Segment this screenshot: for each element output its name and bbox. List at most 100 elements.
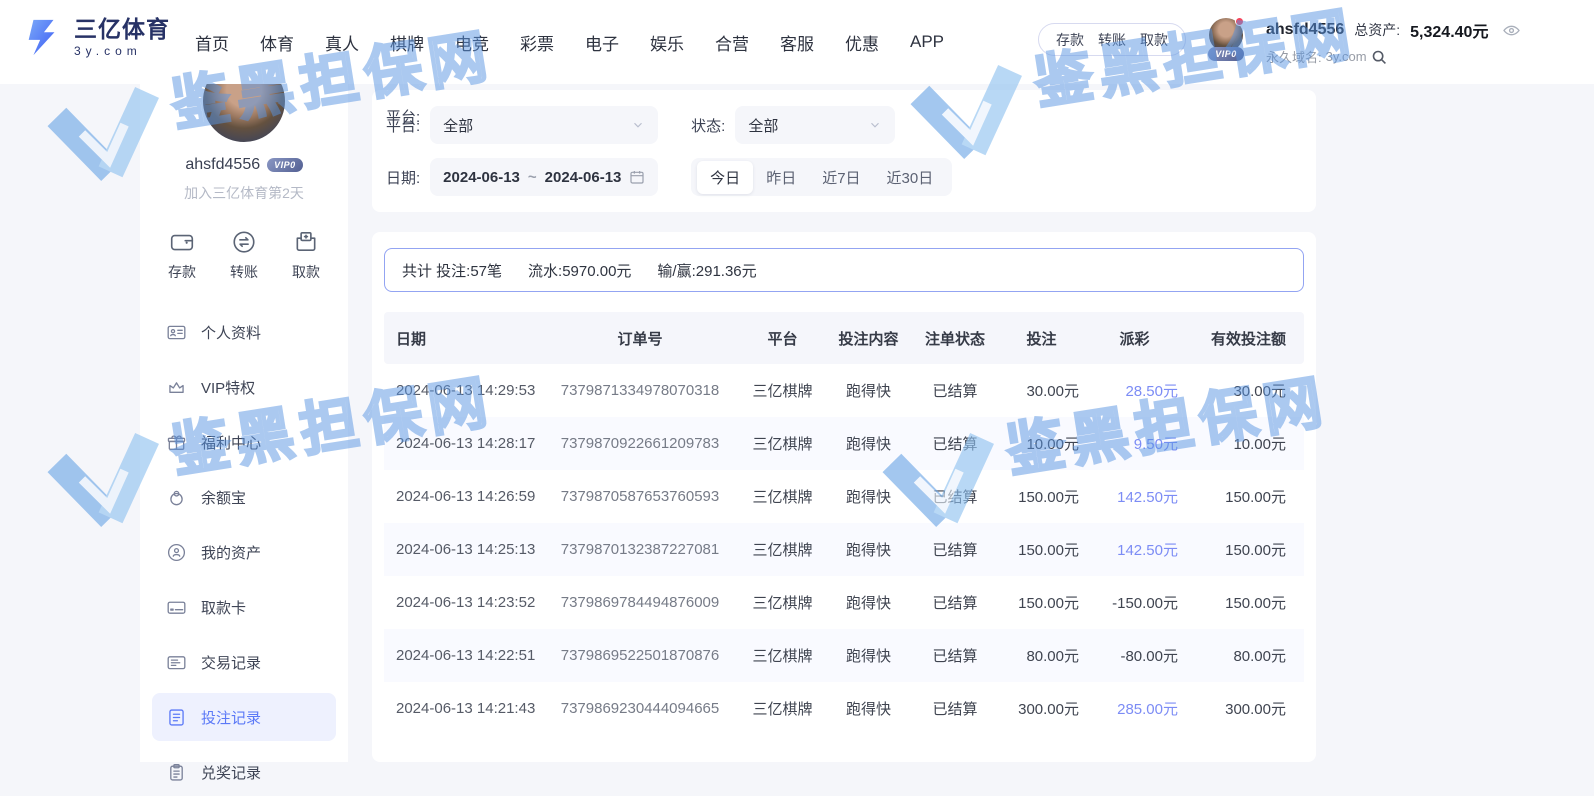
quick-range-yesterday[interactable]: 昨日 [753,161,809,194]
transactions-icon [166,652,187,673]
quick-action-deposit[interactable]: 存款 [168,229,196,282]
bet-content: 跑得快 [825,645,912,666]
platform: 三亿棋牌 [740,486,825,507]
sidebar-item-yuebao[interactable]: 余额宝 [152,473,336,521]
table-row: 2024-06-13 14:23:527379869784494876009三亿… [384,576,1304,629]
quick-pill: 存款转账取款 [1038,23,1186,56]
sidebar-menu: 个人资料 VIP特权福利中心余额宝我的资产取款卡交易记录投注记录兑奖记录 [140,308,348,796]
user-meta: ahsfd4556 总资产: 5,324.40元 永久域名: 3y.com [1266,18,1521,66]
crown-icon [166,377,187,398]
sidebar-item-transaction-records[interactable]: 交易记录 [152,638,336,686]
platform: 三亿棋牌 [740,433,825,454]
bet-content: 跑得快 [825,592,912,613]
sidebar-item-welfare-center[interactable]: 福利中心 [152,418,336,466]
topbar-username: ahsfd4556 [1266,21,1344,39]
sidebar-item-withdraw-card[interactable]: 取款卡 [152,583,336,631]
bet-content: 跑得快 [825,539,912,560]
order-number: 7379870132387227081 [540,541,740,558]
nav-item-lottery[interactable]: 彩票 [520,30,554,55]
bank-card-icon [166,597,187,618]
table-row: 2024-06-13 14:25:137379870132387227081三亿… [384,523,1304,576]
quick-action-transfer[interactable]: 转账 [230,229,258,282]
nav-item-esports[interactable]: 电竞 [455,30,489,55]
valid-bet-amount: 80.00元 [1190,645,1300,666]
platform: 三亿棋牌 [740,645,825,666]
sidebar: ahsfd4556 VIP0 加入三亿体育第2天 存款转账取款 个人资料VIP特… [140,84,348,762]
table-row: 2024-06-13 14:28:177379870922661209783三亿… [384,417,1304,470]
nav-item-app[interactable]: APP [910,32,944,52]
topbar-vip-badge: VIP0 [1208,47,1244,61]
search-icon[interactable] [1371,49,1387,65]
nav-item-support[interactable]: 客服 [780,30,814,55]
pill-action-transfer[interactable]: 转账 [1098,30,1126,50]
date: 2024-06-13 14:28:17 [384,435,540,452]
column-header: 有效投注额 [1190,328,1300,349]
sidebar-username: ahsfd4556 [185,156,260,174]
summary-win-loss: 输/赢:291.36元 [657,260,756,281]
filter-card: 平台: 平台: 平台: 全部 状态: 全部 日期: 2024-06-13 ~ 2… [372,90,1316,212]
summary-total: 共计 投注:57笔 [402,260,502,281]
valid-bet-amount: 10.00元 [1190,433,1300,454]
pill-action-withdraw[interactable]: 取款 [1140,30,1168,50]
sidebar-item-my-assets[interactable]: 我的资产 [152,528,336,576]
sidebar-item-redeem-records[interactable]: 兑奖记录 [152,748,336,796]
quick-action-label: 转账 [230,262,258,282]
bet-records-card: 共计 投注:57笔 流水:5970.00元 输/赢:291.36元 日期订单号平… [372,232,1316,762]
column-header: 订单号 [540,328,740,349]
sidebar-item-bet-records[interactable]: 投注记录 [152,693,336,741]
date-start: 2024-06-13 [443,169,520,186]
quick-range-last-30-days[interactable]: 近30日 [874,161,947,194]
pill-action-deposit[interactable]: 存款 [1056,30,1084,50]
sidebar-item-profile[interactable]: 个人资料 [152,308,336,356]
column-header: 派彩 [1085,328,1190,349]
bet-content: 跑得快 [825,698,912,719]
bet-amount: 150.00元 [998,486,1085,507]
status-select[interactable]: 全部 [735,106,895,144]
sidebar-item-vip[interactable]: VIP特权 [152,363,336,411]
sidebar-item-label: 我的资产 [201,542,261,563]
sidebar-item-label: 余额宝 [201,487,246,508]
quick-range-last-7-days[interactable]: 近7日 [809,161,873,194]
date: 2024-06-13 14:21:43 [384,700,540,717]
date: 2024-06-13 14:26:59 [384,488,540,505]
nav-item-partnership[interactable]: 合营 [715,30,749,55]
withdraw-icon [293,229,319,255]
sidebar-item-label: 投注记录 [201,707,261,728]
nav-item-live-casino[interactable]: 真人 [325,30,359,55]
nav-item-promotions[interactable]: 优惠 [845,30,879,55]
nav-item-sports[interactable]: 体育 [260,30,294,55]
eye-icon[interactable] [1502,23,1521,38]
column-header: 日期 [384,328,540,349]
transfer-icon [231,229,257,255]
platform-select[interactable]: 全部 [430,106,658,144]
coin-purse-icon [166,487,187,508]
bet-table: 日期订单号平台投注内容注单状态投注派彩有效投注额 2024-06-13 14:2… [384,312,1304,735]
bet-records-icon [166,707,187,728]
brand[interactable]: 三亿体育 3y.com [22,16,170,58]
column-header: 平台 [740,328,825,349]
nav-item-home[interactable]: 首页 [195,30,229,55]
notification-dot [1235,17,1244,26]
joined-days: 加入三亿体育第2天 [140,183,348,203]
bet-amount: 150.00元 [998,539,1085,560]
table-header: 日期订单号平台投注内容注单状态投注派彩有效投注额 [384,312,1304,364]
bet-amount: 150.00元 [998,592,1085,613]
nav-item-entertainment[interactable]: 娱乐 [650,30,684,55]
table-row: 2024-06-13 14:29:537379871334978070318三亿… [384,364,1304,417]
quick-action-withdraw[interactable]: 取款 [292,229,320,282]
domain-value: 3y.com [1326,49,1367,64]
date-range-input[interactable]: 2024-06-13 ~ 2024-06-13 [430,158,658,196]
payout: 142.50元 [1085,539,1190,560]
quick-action-label: 取款 [292,262,320,282]
valid-bet-amount: 300.00元 [1190,698,1300,719]
sidebar-item-label: 取款卡 [201,597,246,618]
brand-domain: 3y.com [74,45,170,57]
quick-range-today[interactable]: 今日 [697,161,753,194]
nav-item-slots[interactable]: 电子 [585,30,619,55]
nav-item-board-games[interactable]: 棋牌 [390,30,424,55]
topbar-right: 存款转账取款 VIP0 ahsfd4556 总资产: 5,324.40元 永久域… [1038,18,1521,66]
quick-range-group: 今日昨日近7日近30日 [691,158,952,196]
order-number: 7379869230444094665 [540,700,740,717]
valid-bet-amount: 30.00元 [1190,380,1300,401]
table-row: 2024-06-13 14:21:437379869230444094665三亿… [384,682,1304,735]
